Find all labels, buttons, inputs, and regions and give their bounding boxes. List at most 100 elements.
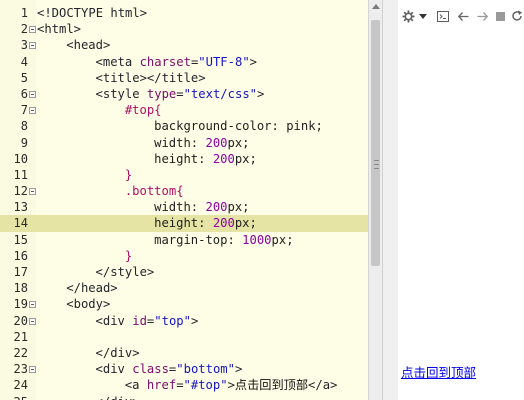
line-number: 18 <box>13 281 28 296</box>
code-text: <title></title> <box>37 70 206 86</box>
line-number: 14 <box>13 216 28 231</box>
code-token: .bottom{ <box>124 184 184 199</box>
code-line[interactable]: 19 <body> <box>0 296 368 312</box>
code-text: <head> <box>37 37 110 53</box>
code-token: <style <box>95 86 147 101</box>
line-number: 10 <box>13 151 28 166</box>
code-token: </div> <box>96 395 140 400</box>
gear-icon[interactable] <box>401 9 415 23</box>
dropdown-icon[interactable] <box>418 9 428 23</box>
code-text: <html> <box>37 21 81 37</box>
line-number: 6 <box>20 86 28 101</box>
fold-toggle-icon[interactable] <box>29 107 36 115</box>
code-line[interactable]: 14 height: 200px; <box>0 215 368 232</box>
stop-icon[interactable] <box>494 9 506 23</box>
code-editor[interactable]: 1 <!DOCTYPE html> 2 <html> 3 <head> 4 <meta cha… <box>0 0 382 400</box>
code-line[interactable]: 2 <html> <box>0 21 368 37</box>
fold-toggle-icon[interactable] <box>29 317 36 325</box>
fold-toggle-icon[interactable] <box>29 188 36 196</box>
code-token: width: <box>154 135 206 150</box>
code-token: </a> <box>308 378 338 393</box>
code-line[interactable]: 24 <a href="#top">点击回到顶部</a> <box>0 377 368 393</box>
line-number: 11 <box>13 167 28 182</box>
fold-toggle-icon[interactable] <box>29 366 36 374</box>
code-text: width: 200px; <box>37 199 249 215</box>
code-line[interactable]: 20 <div id="top"> <box>0 313 368 329</box>
fold-toggle-icon[interactable] <box>29 301 36 309</box>
code-text: <div class="bottom"> <box>37 361 243 377</box>
code-token: = <box>176 86 184 101</box>
code-line[interactable]: 18 </head> <box>0 280 368 296</box>
code-token: > <box>249 54 258 69</box>
line-number: 9 <box>20 135 28 150</box>
scrollbar-thumb[interactable] <box>371 20 380 266</box>
code-text: <meta charset="UTF-8"> <box>37 54 257 70</box>
code-token: 200 <box>205 135 228 150</box>
code-token: height: <box>154 151 213 166</box>
code-token: > <box>227 378 235 393</box>
fold-toggle-icon[interactable] <box>29 26 36 34</box>
code-line[interactable]: 11} <box>0 167 368 183</box>
code-text: </style> <box>37 264 155 280</box>
code-line[interactable]: 12 .bottom{ <box>0 183 368 199</box>
editor-vertical-scrollbar[interactable] <box>368 0 382 400</box>
preview-toolbar <box>398 0 524 32</box>
code-token: "top" <box>154 313 191 328</box>
code-line[interactable]: 23 <div class="bottom"> <box>0 361 368 377</box>
code-line[interactable]: 10 height: 200px; <box>0 151 368 167</box>
line-number: 20 <box>13 313 28 328</box>
code-token: height: <box>154 216 213 231</box>
line-number: 5 <box>20 70 28 85</box>
code-line[interactable]: 17 </style> <box>0 264 368 280</box>
code-token: <html> <box>37 22 82 37</box>
code-token: charset <box>139 54 191 69</box>
line-number: 3 <box>20 38 28 53</box>
back-to-top-link[interactable]: 点击回到顶部 <box>401 362 476 381</box>
code-token: } <box>124 248 133 263</box>
scrollbar-grip-icon <box>374 160 379 169</box>
back-icon[interactable] <box>456 9 470 23</box>
code-token: <meta <box>95 54 140 69</box>
code-line[interactable]: 3 <head> <box>0 37 368 53</box>
code-text: .bottom{ <box>37 183 184 199</box>
code-token: class <box>132 362 169 377</box>
console-icon[interactable] <box>436 9 450 23</box>
code-token: > <box>257 86 265 101</box>
code-line[interactable]: 4 <meta charset="UTF-8"> <box>0 54 368 70</box>
code-line[interactable]: 5 <title></title> <box>0 70 368 86</box>
fold-toggle-icon[interactable] <box>29 90 36 98</box>
code-line[interactable]: 22 </div> <box>0 345 368 361</box>
code-line[interactable]: 15 margin-top: 1000px; <box>0 232 368 248</box>
code-token: px; <box>227 135 250 150</box>
code-text: height: 200px; <box>37 151 257 167</box>
fold-toggle-icon[interactable] <box>29 42 36 50</box>
code-text: margin-top: 1000px; <box>37 232 293 248</box>
code-line[interactable]: 1 <!DOCTYPE html> <box>0 5 368 21</box>
code-token: </style> <box>95 265 155 279</box>
code-line[interactable]: 9 width: 200px; <box>0 135 368 151</box>
code-line[interactable]: 16} <box>0 248 368 264</box>
code-token: "#top" <box>183 378 228 393</box>
code-token: <title></title> <box>95 70 206 85</box>
code-line[interactable]: 7 #top{ <box>0 102 368 118</box>
code-token: href <box>146 378 177 393</box>
code-token: <head> <box>66 38 111 53</box>
line-number: 7 <box>20 103 28 118</box>
pane-divider[interactable] <box>382 0 399 400</box>
line-number: 16 <box>13 248 28 263</box>
code-token: > <box>234 362 243 377</box>
code-line[interactable]: 21 <box>0 329 368 345</box>
scroll-up-arrow-icon[interactable] <box>372 4 380 9</box>
code-token: <div <box>95 362 133 377</box>
forward-icon[interactable] <box>475 9 489 23</box>
code-line[interactable]: 25 </div> <box>0 394 368 400</box>
code-line[interactable]: 13 width: 200px; <box>0 199 368 215</box>
code-text: <a href="#top">点击回到顶部</a> <box>37 377 338 393</box>
code-line[interactable]: 8 background-color: pink; <box>0 118 368 134</box>
refresh-icon[interactable] <box>510 9 524 23</box>
line-number: 25 <box>0 394 28 400</box>
line-number: 24 <box>13 378 28 393</box>
code-line[interactable]: 6 <style type="text/css"> <box>0 86 368 102</box>
code-token: id <box>132 313 147 328</box>
code-text: </div> <box>37 345 140 361</box>
